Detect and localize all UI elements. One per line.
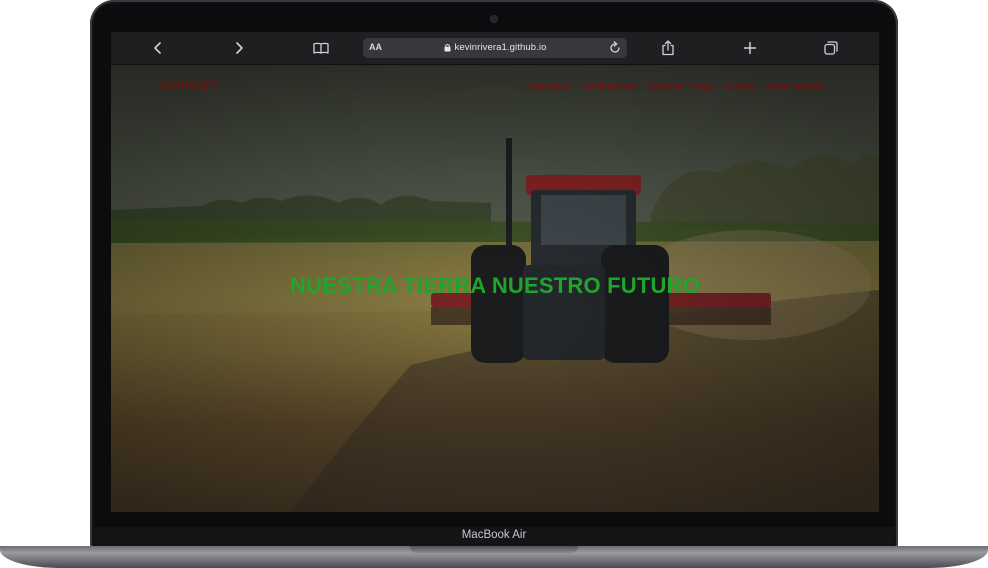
nav-link-iniciar-sesion[interactable]: Iniciar sesión [764,81,825,92]
address-bar[interactable]: AA kevinrivera1.github.io [363,38,627,58]
nav-links: Reportes Fertilizantes Reportar Plaga Id… [529,81,825,92]
chevron-right-icon[interactable] [229,38,249,58]
chevron-left-icon[interactable] [148,38,168,58]
plus-icon[interactable] [740,38,760,58]
share-icon[interactable] [658,38,678,58]
book-icon[interactable] [311,38,331,58]
site-navbar: AGRISOFT Reportes Fertilizantes Reportar… [111,65,879,111]
screen: AA kevinrivera1.github.io AGRISOFT Repor… [111,32,879,512]
site-logo[interactable]: AGRISOFT [160,80,219,92]
nav-link-reportes[interactable]: Reportes [529,81,570,92]
nav-link-idioma[interactable]: Idioma [724,81,755,92]
nav-link-fertilizantes[interactable]: Fertilizantes [581,81,636,92]
tabs-icon[interactable] [821,38,841,58]
model-label: MacBook Air [461,529,527,541]
camera-icon [491,16,497,22]
web-page: AGRISOFT Reportes Fertilizantes Reportar… [111,65,879,512]
url-text: kevinrivera1.github.io [454,42,547,53]
reload-icon[interactable] [609,41,621,59]
laptop-mockup: AA kevinrivera1.github.io AGRISOFT Repor… [0,0,988,568]
hero-headline: NUESTRA TIERRA NUESTRO FUTURO [290,273,700,298]
lock-icon [444,43,450,52]
opening-notch [410,546,578,553]
browser-toolbar: AA kevinrivera1.github.io [111,32,879,65]
nav-link-reportar-plaga[interactable]: Reportar Plaga [646,81,714,92]
